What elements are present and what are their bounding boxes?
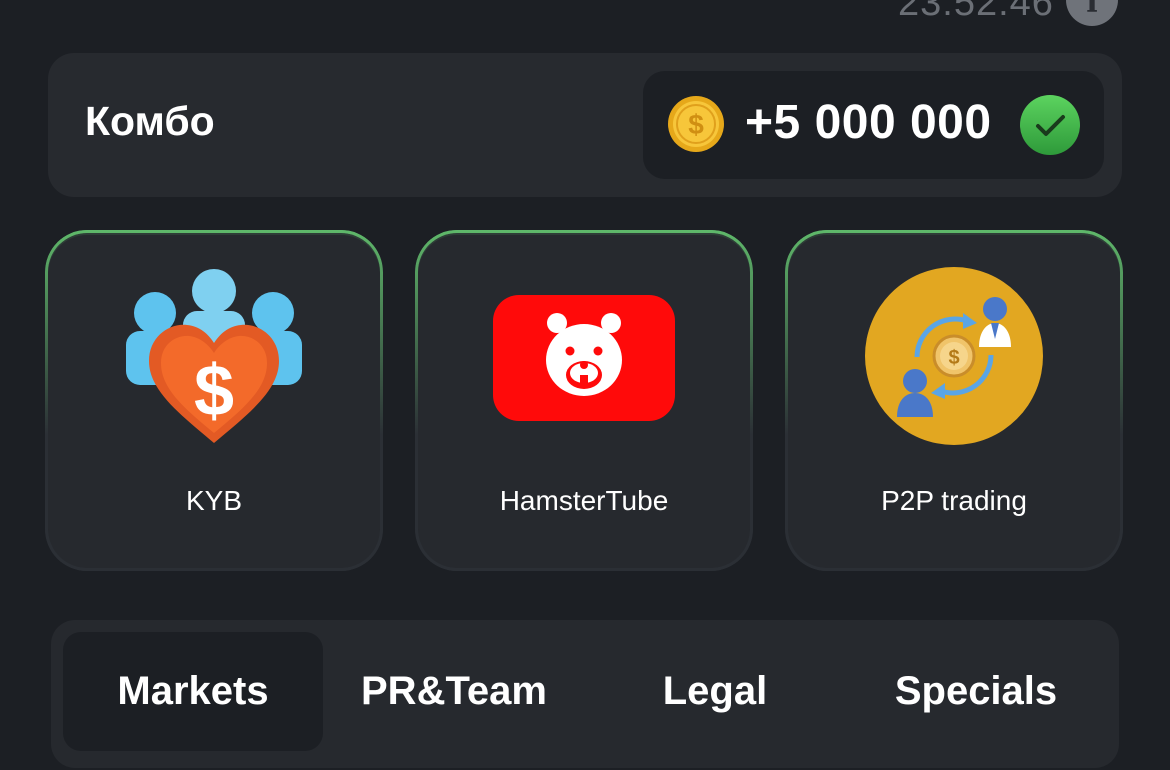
tab-markets[interactable]: Markets <box>63 632 323 751</box>
coin-symbol: $ <box>688 109 704 140</box>
people-heart-dollar-icon: $ <box>126 269 302 443</box>
daily-combo-panel: Комбо $ +5 000 000 <box>48 53 1122 197</box>
combo-card-p2p-trading[interactable]: $ P2P trading <box>785 230 1123 571</box>
combo-timer: 23:52:46 <box>898 0 1054 24</box>
info-icon: i <box>1086 0 1098 20</box>
combo-reward: $ +5 000 000 <box>643 71 1104 179</box>
card-label: HamsterTube <box>499 485 669 516</box>
tab-pr-team[interactable]: PR&Team <box>324 632 584 751</box>
p2p-exchange-icon: $ <box>865 267 1043 445</box>
tab-specials[interactable]: Specials <box>846 632 1106 751</box>
coin-icon: $ <box>668 96 724 152</box>
check-icon <box>1020 95 1080 155</box>
reward-amount: +5 000 000 <box>745 96 992 149</box>
combo-card-hamstertube[interactable]: HamsterTube <box>415 230 753 571</box>
combo-card-kyb[interactable]: $ KYB <box>45 230 383 571</box>
info-button[interactable]: i <box>1066 0 1118 26</box>
svg-text:$: $ <box>948 347 959 369</box>
svg-text:$: $ <box>194 351 234 431</box>
combo-title: Комбо <box>85 98 215 144</box>
card-label: KYB <box>185 485 243 516</box>
card-label: P2P trading <box>881 485 1027 516</box>
hamster-tube-icon <box>493 295 675 421</box>
category-tabs: Markets PR&Team Legal Specials <box>51 620 1119 768</box>
tab-legal[interactable]: Legal <box>585 632 845 751</box>
